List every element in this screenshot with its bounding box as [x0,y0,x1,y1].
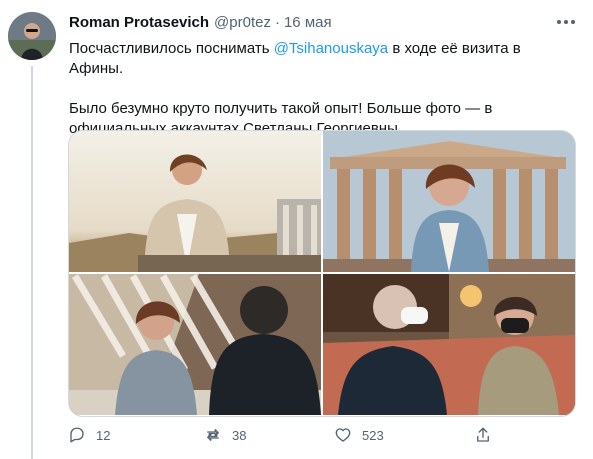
photo-table-interview[interactable] [69,274,321,415]
tweet-text: Посчастливилось поснимать @Tsihanouskaya… [69,39,574,139]
retweet-button[interactable]: 38 [204,426,246,444]
photo-balcony-image [69,131,321,272]
photo-grid [68,130,576,417]
author-name[interactable]: Roman Protasevich [69,14,209,31]
reply-icon [70,427,84,443]
share-button[interactable] [474,426,492,444]
header-separator: · [274,14,280,31]
tweet-text-before-mention: Посчастливилось поснимать [69,40,274,57]
retweet-icon [207,429,219,441]
tweet-actions: 12 38 523 [68,426,498,450]
avatar-image [8,12,56,60]
tweet-card[interactable]: Roman Protasevich @pr0tez · 16 мая Посча… [0,0,593,459]
thread-line [31,66,33,459]
mention-link[interactable]: @Tsihanouskaya [274,40,388,57]
like-count: 523 [362,427,384,443]
author-avatar[interactable] [8,12,56,60]
tweet-paragraph-one: Посчастливилось поснимать @Tsihanouskaya… [69,39,574,79]
tweet-date[interactable]: 16 мая [284,14,332,31]
retweet-count: 38 [232,427,247,443]
tweet-header: Roman Protasevich @pr0tez · 16 мая [69,14,569,34]
photo-meeting-image [323,274,575,415]
photo-parthenon-portrait[interactable] [323,131,575,272]
reply-button[interactable]: 12 [68,426,110,444]
photo-balcony-portrait[interactable] [69,131,321,272]
more-icon[interactable] [555,15,577,29]
author-handle[interactable]: @pr0tez [214,14,271,31]
photo-table-image [69,274,321,415]
photo-masked-meeting[interactable] [323,274,575,415]
photo-parthenon-image [323,131,575,272]
like-button[interactable]: 523 [334,426,384,444]
like-icon [335,428,351,442]
share-icon [477,427,489,442]
reply-count: 12 [96,427,111,443]
